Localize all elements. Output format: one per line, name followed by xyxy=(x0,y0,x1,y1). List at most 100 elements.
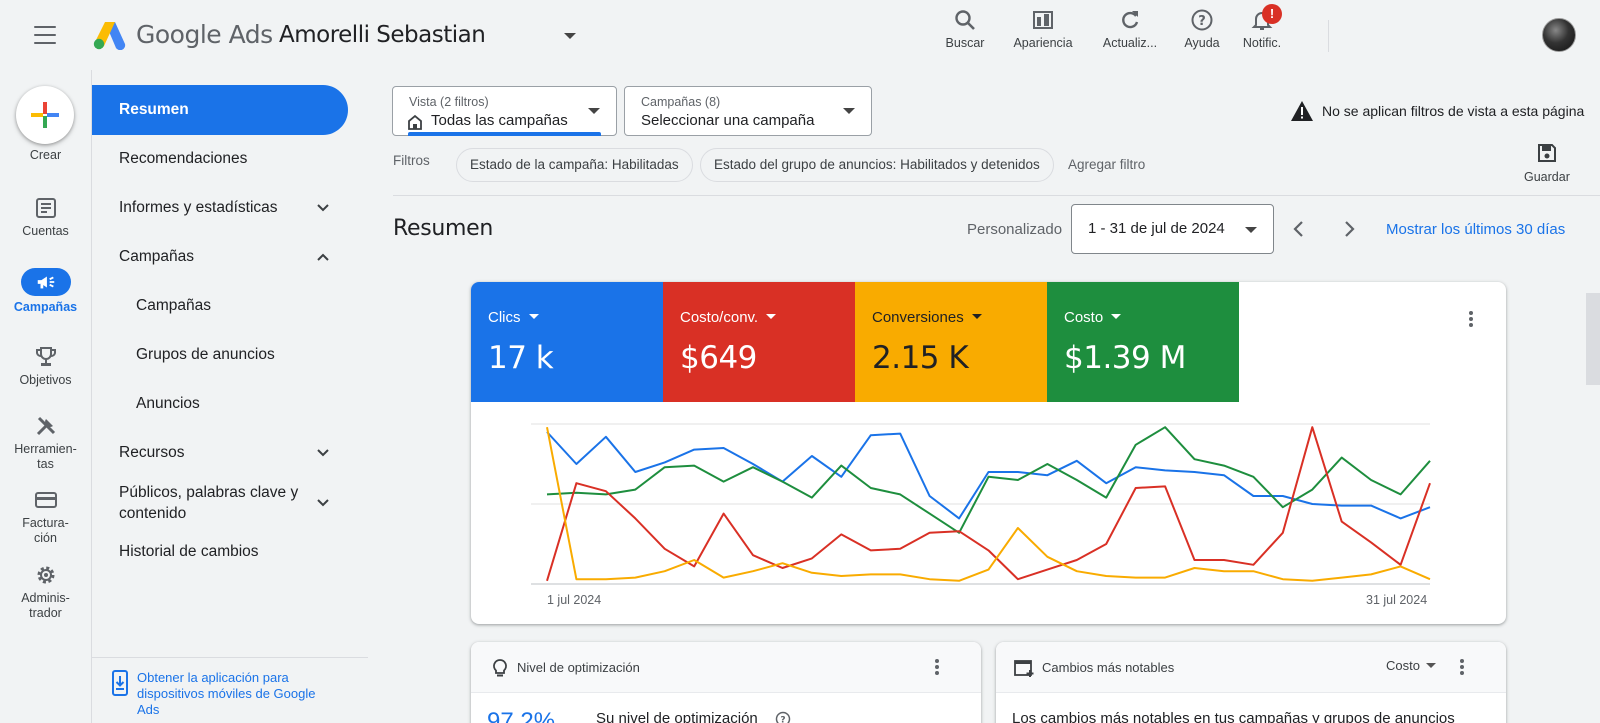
save-button[interactable]: Guardar xyxy=(1524,142,1570,184)
changes-metric-dropdown[interactable]: Costo xyxy=(1386,658,1436,673)
search-tool[interactable]: Buscar xyxy=(940,8,990,50)
appearance-tool[interactable]: Apariencia xyxy=(1010,8,1076,50)
nav-item-recomendaciones[interactable]: Recomendaciones xyxy=(119,150,348,168)
nav-recursos-label: Recursos xyxy=(119,444,185,461)
next-period-icon[interactable] xyxy=(1340,219,1358,239)
metric-tile-costo-conv[interactable]: Costo/conv. $649 xyxy=(663,282,855,402)
view-dropdown[interactable]: Vista (2 filtros) Todas las campañas xyxy=(392,86,617,136)
campaign-selector-caret xyxy=(843,108,855,114)
page-scrollbar-thumb[interactable] xyxy=(1586,293,1600,385)
series-line-2 xyxy=(546,426,1431,582)
campaigns-pill xyxy=(20,268,71,296)
campaign-selector[interactable]: Campañas (8) Seleccionar una campaña xyxy=(624,86,872,136)
filter-chip-adgroup-status[interactable]: Estado del grupo de anuncios: Habilitado… xyxy=(700,148,1054,182)
account-switcher-caret[interactable] xyxy=(564,33,576,39)
previous-period-icon[interactable] xyxy=(1290,219,1308,239)
help-tool[interactable]: ? Ayuda xyxy=(1180,8,1224,50)
rail-item-accounts[interactable]: Cuentas xyxy=(0,196,91,239)
brand-name: Google Ads xyxy=(136,20,273,49)
add-filter-button[interactable]: Agregar filtro xyxy=(1068,157,1145,172)
date-range-value: 1 - 31 de jul de 2024 xyxy=(1088,220,1225,237)
nav-item-historial[interactable]: Historial de cambios xyxy=(119,543,348,561)
metric-name: Conversiones xyxy=(872,309,982,326)
notification-badge: ! xyxy=(1262,4,1282,24)
campaigns-icon xyxy=(37,276,54,289)
save-label: Guardar xyxy=(1524,170,1570,184)
nav-item-publicos[interactable]: Públicos, palabras clave y contenido xyxy=(119,482,330,524)
nav-divider xyxy=(92,657,368,658)
optimization-menu-icon[interactable] xyxy=(927,657,947,677)
metric-tile-conversiones[interactable]: Conversiones 2.15 K xyxy=(855,282,1047,402)
changes-menu-icon[interactable] xyxy=(1452,657,1472,677)
search-tool-label: Buscar xyxy=(945,36,985,50)
rail-accounts-label: Cuentas xyxy=(22,224,69,238)
changes-card-title: Cambios más notables xyxy=(1042,660,1175,675)
accounts-icon xyxy=(35,198,56,218)
x-axis-end-label: 31 jul 2024 xyxy=(1366,593,1428,607)
chevron-down-icon xyxy=(317,499,329,507)
nav-subitem-campanas[interactable]: Campañas xyxy=(136,297,336,315)
help-circle-icon[interactable]: ? xyxy=(775,711,791,723)
view-filter-warning: No se aplican filtros de vista a esta pá… xyxy=(1322,103,1585,119)
refresh-tool-label: Actualiz... xyxy=(1102,36,1158,50)
metric-tile-costo[interactable]: Costo $1.39 M xyxy=(1047,282,1239,402)
rail-admin-label: Adminis- trador xyxy=(21,591,70,620)
nav-item-informes[interactable]: Informes y estadísticas xyxy=(119,199,330,217)
header-divider xyxy=(1328,20,1329,52)
rail-goals-label: Objetivos xyxy=(19,373,72,387)
chevron-down-icon xyxy=(317,449,329,457)
notable-changes-card: Cambios más notables Costo Los cambios m… xyxy=(996,642,1506,723)
view-dropdown-label: Vista (2 filtros) xyxy=(409,95,489,109)
help-icon: ? xyxy=(1191,9,1213,31)
nav-subitem-anuncios[interactable]: Anuncios xyxy=(136,395,336,413)
metric-name: Clics xyxy=(488,309,539,326)
rail-tools-label: Herramien- tas xyxy=(14,442,77,471)
filter-chip-campaign-status[interactable]: Estado de la campaña: Habilitadas xyxy=(456,148,693,182)
metric-value: 17 k xyxy=(488,340,554,376)
rail-item-goals[interactable]: Objetivos xyxy=(0,345,91,388)
account-name[interactable]: Amorelli Sebastian xyxy=(279,22,486,48)
changes-description: Los cambios más notables en tus campañas… xyxy=(1012,710,1455,723)
view-dropdown-caret xyxy=(588,108,600,114)
trophy-icon xyxy=(35,347,56,366)
date-range-caret xyxy=(1245,227,1257,233)
refresh-tool[interactable]: Actualiz... xyxy=(1098,8,1162,50)
metric-name: Costo xyxy=(1064,309,1122,326)
appearance-tool-label: Apariencia xyxy=(1013,36,1073,50)
show-last-30-days-link[interactable]: Mostrar los últimos 30 días xyxy=(1386,221,1565,238)
billing-icon xyxy=(34,492,57,508)
user-avatar[interactable] xyxy=(1542,18,1576,52)
campaign-selector-value: Seleccionar una campaña xyxy=(641,112,815,129)
view-active-indicator xyxy=(408,132,601,136)
chart-menu-icon[interactable] xyxy=(1461,309,1481,329)
series-line-3 xyxy=(546,427,1431,582)
refresh-icon xyxy=(1122,11,1139,29)
metric-value: 2.15 K xyxy=(872,340,969,376)
view-dropdown-value: Todas las campañas xyxy=(431,112,568,129)
x-axis-start-label: 1 jul 2024 xyxy=(547,593,602,607)
rail-item-tools[interactable]: Herramien- tas xyxy=(0,414,91,472)
nav-subitem-grupos[interactable]: Grupos de anuncios xyxy=(136,346,336,364)
main-menu-icon[interactable] xyxy=(34,26,56,44)
create-label: Crear xyxy=(29,148,62,162)
mobile-app-link-text: Obtener la aplicación para dispositivos … xyxy=(137,670,316,717)
optimization-subtitle: Su nivel de optimización xyxy=(596,710,758,723)
lightbulb-icon xyxy=(493,659,507,677)
nav-item-resumen[interactable]: Resumen xyxy=(92,85,348,135)
google-ads-logo xyxy=(93,22,126,50)
create-button[interactable] xyxy=(16,86,74,144)
nav-informes-label: Informes y estadísticas xyxy=(119,199,278,216)
side-navigation: Resumen Recomendaciones Informes y estad… xyxy=(91,70,368,723)
notifications-tool-label: Notific. xyxy=(1242,36,1282,50)
rail-item-billing[interactable]: Factura- ción xyxy=(0,488,91,546)
rail-item-admin[interactable]: Adminis- trador xyxy=(0,563,91,621)
building-icon xyxy=(408,114,422,130)
notifications-tool[interactable]: ! Notific. xyxy=(1240,4,1284,50)
date-range-dropdown[interactable]: 1 - 31 de jul de 2024 xyxy=(1071,204,1274,254)
performance-card: Clics 17 k Costo/conv. $649 Conversiones… xyxy=(471,282,1506,624)
rail-item-campaigns[interactable]: Campañas xyxy=(0,268,91,315)
nav-item-campanas[interactable]: Campañas xyxy=(119,248,330,266)
nav-item-recursos[interactable]: Recursos xyxy=(119,444,330,462)
filters-divider xyxy=(393,195,1600,196)
metric-tile-clics[interactable]: Clics 17 k xyxy=(471,282,663,402)
